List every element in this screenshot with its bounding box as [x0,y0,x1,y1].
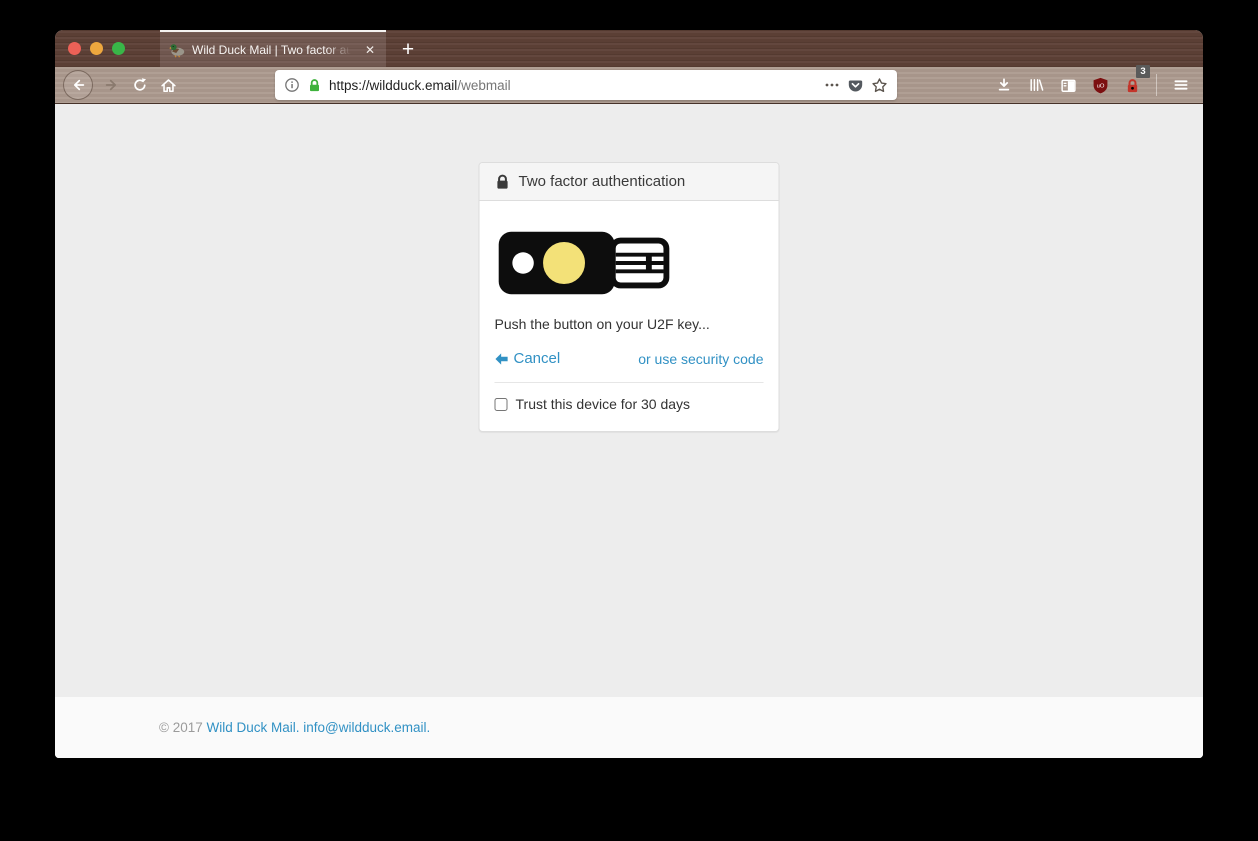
red-lock-icon [1124,77,1141,94]
pocket-icon[interactable] [847,77,864,94]
forward-button[interactable] [98,71,126,99]
page-info-icon[interactable] [284,77,300,93]
ublock-text: uO [1096,83,1104,89]
url-host: https://wildduck.email [329,78,457,93]
sidebar-icon [1060,77,1077,94]
minimize-window-button[interactable] [90,42,103,55]
toolbar-right-icons: uO 3 [990,71,1195,99]
trust-device-checkbox[interactable] [495,398,508,411]
zoom-window-button[interactable] [112,42,125,55]
forward-arrow-icon [104,77,120,93]
hamburger-menu-icon [1173,77,1189,93]
panel-body: Push the button on your U2F key... Cance… [480,201,779,431]
library-icon [1028,77,1044,93]
home-icon [160,77,177,94]
password-extension-button[interactable]: 3 [1118,71,1146,99]
home-button[interactable] [154,71,182,99]
https-lock-icon[interactable] [307,78,322,93]
extension-badge: 3 [1136,65,1150,78]
reload-icon [132,77,148,93]
tab-close-icon[interactable]: ✕ [363,42,377,58]
navigation-toolbar: https://wildduck.email/webmail [55,67,1203,104]
left-arrow-icon [495,352,509,366]
push-key-message: Push the button on your U2F key... [495,316,764,332]
downloads-button[interactable] [990,71,1018,99]
page-footer: © 2017 Wild Duck Mail. info@wildduck.ema… [55,697,1203,758]
panel-heading: Two factor authentication [480,163,779,201]
lock-icon [495,174,511,190]
url-text: https://wildduck.email/webmail [329,78,817,93]
page-content: Two factor authentication Push the butto… [55,104,1203,758]
page-actions-icon[interactable] [824,77,840,93]
new-tab-button[interactable]: + [391,30,425,67]
browser-window: Wild Duck Mail | Two factor auth ✕ + [55,30,1203,758]
use-security-code-link[interactable]: or use security code [638,351,763,367]
duck-favicon [169,42,185,58]
brand-link[interactable]: Wild Duck Mail. [207,720,300,735]
trust-device-label: Trust this device for 30 days [516,396,691,412]
cancel-label: Cancel [514,350,561,367]
tab-wild-duck-mail[interactable]: Wild Duck Mail | Two factor auth ✕ [160,30,386,67]
download-icon [996,77,1012,93]
divider [495,382,764,383]
sidebar-toggle-button[interactable] [1054,71,1082,99]
close-window-button[interactable] [68,42,81,55]
panel-title: Two factor authentication [519,173,686,190]
main-area: Two factor authentication Push the butto… [55,104,1203,697]
url-path: /webmail [457,78,510,93]
cancel-link[interactable]: Cancel [495,350,561,367]
ublock-shield-icon: uO [1092,77,1109,94]
copyright-text: © 2017 [159,720,203,735]
menu-button[interactable] [1167,71,1195,99]
back-button[interactable] [63,70,93,100]
email-link[interactable]: info@wildduck.email. [303,720,430,735]
url-bar[interactable]: https://wildduck.email/webmail [275,70,897,100]
back-arrow-icon [70,77,86,93]
ublock-origin-button[interactable]: uO [1086,71,1114,99]
two-factor-panel: Two factor authentication Push the butto… [479,162,780,432]
links-row: Cancel or use security code [495,350,764,367]
toolbar-separator [1156,74,1157,96]
u2f-key-image [497,224,673,302]
titlebar: Wild Duck Mail | Two factor auth ✕ + [55,30,1203,67]
trust-device-row[interactable]: Trust this device for 30 days [495,396,764,416]
reload-button[interactable] [126,71,154,99]
tab-title: Wild Duck Mail | Two factor auth [192,43,356,57]
traffic-lights [68,42,125,55]
library-button[interactable] [1022,71,1050,99]
footer-text: © 2017 Wild Duck Mail. info@wildduck.ema… [159,720,1099,735]
bookmark-star-icon[interactable] [871,77,888,94]
